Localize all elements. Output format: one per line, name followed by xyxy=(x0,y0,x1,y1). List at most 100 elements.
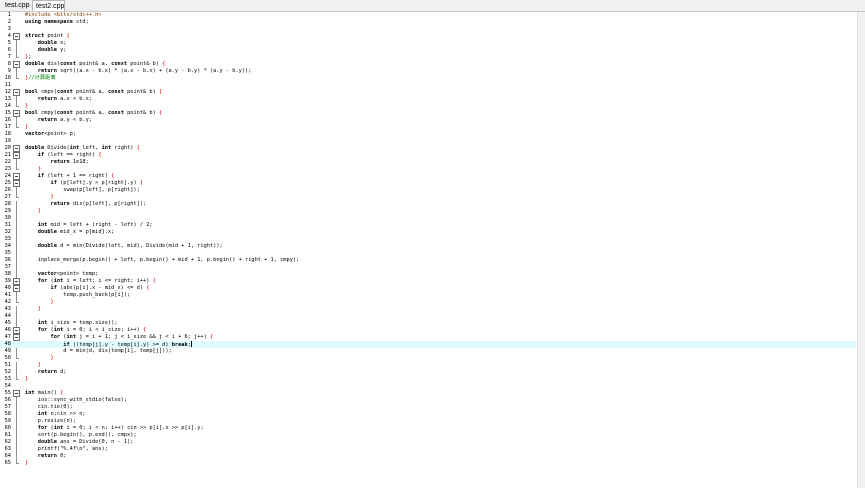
code-line[interactable]: 33 xyxy=(0,236,856,243)
fold-guide xyxy=(13,243,19,250)
code-line[interactable]: 44 xyxy=(0,313,856,320)
code-line[interactable]: 6 double y; xyxy=(0,47,856,54)
code-line[interactable]: 32 double mid_x = p[mid].x; xyxy=(0,229,856,236)
fold-guide xyxy=(13,397,19,404)
code-line[interactable]: 26 swap(p[left], p[right]); xyxy=(0,187,856,194)
code-line[interactable]: 56 ios::sync_with_stdio(false); xyxy=(0,397,856,404)
code-line[interactable]: 10}//计算距离 xyxy=(0,75,856,82)
vertical-scrollbar[interactable] xyxy=(857,12,865,488)
code-line[interactable]: 14} xyxy=(0,103,856,110)
code-line[interactable]: 63 printf("%.4f\n", ans); xyxy=(0,446,856,453)
code-line[interactable]: 13 return a.x < b.x; xyxy=(0,96,856,103)
code-line[interactable]: 40 if (abs(p[i].x - mid_x) <= d) { xyxy=(0,285,856,292)
code-line[interactable]: 3 xyxy=(0,26,856,33)
code-line[interactable]: 41 temp.push_back(p[i]); xyxy=(0,292,856,299)
line-number: 30 xyxy=(4,215,11,221)
code-line[interactable]: 17} xyxy=(0,124,856,131)
code-text: } xyxy=(25,103,29,109)
code-line[interactable]: 11 xyxy=(0,82,856,89)
code-line[interactable]: 38 vector<point> temp; xyxy=(0,271,856,278)
code-line[interactable]: 51 } xyxy=(0,362,856,369)
fold-guide xyxy=(13,229,19,236)
code-line[interactable]: 1 #include <bits/stdc++.h> xyxy=(0,12,856,19)
fold-toggle-icon[interactable] xyxy=(13,145,20,152)
code-line[interactable]: 9 return sqrt((a.x - b.x) * (a.x - b.x) … xyxy=(0,68,856,75)
fold-toggle-icon[interactable] xyxy=(13,285,20,292)
code-line[interactable]: 47 for (int j = i + 1; j < i_size && j <… xyxy=(0,334,856,341)
code-text: ios::sync_with_stdio(false); xyxy=(25,397,128,403)
code-line[interactable]: 30 xyxy=(0,215,856,222)
line-number: 4 xyxy=(7,33,11,39)
code-line[interactable]: 5 double x; xyxy=(0,40,856,47)
code-line[interactable]: 23 } xyxy=(0,166,856,173)
code-line[interactable]: 15 bool cmpy(const point& a, const point&… xyxy=(0,110,856,117)
code-line[interactable]: 53} xyxy=(0,376,856,383)
fold-toggle-icon[interactable] xyxy=(13,390,20,397)
code-line[interactable]: 45 int i_size = temp.size(); xyxy=(0,320,856,327)
code-line[interactable]: 39 for (int i = left; i <= right; i++) { xyxy=(0,278,856,285)
code-line[interactable]: 43 } xyxy=(0,306,856,313)
code-line[interactable]: 42 } xyxy=(0,299,856,306)
fold-toggle-icon[interactable] xyxy=(13,89,20,96)
code-line[interactable]: 27 } xyxy=(0,194,856,201)
tab-test-cpp[interactable]: test.cpp xyxy=(2,0,32,11)
fold-toggle-icon[interactable] xyxy=(13,327,20,334)
code-text: return a.y < b.y; xyxy=(37,117,92,123)
code-line[interactable]: 35 xyxy=(0,250,856,257)
code-line[interactable]: 25 if (p[left].y > p[right].y) { xyxy=(0,180,856,187)
fold-toggle-icon[interactable] xyxy=(13,334,20,341)
fold-guide xyxy=(13,404,19,411)
code-line[interactable]: 54 xyxy=(0,383,856,390)
code-line[interactable]: 16 return a.y < b.y; xyxy=(0,117,856,124)
code-editor[interactable]: 1 #include <bits/stdc++.h> 2 using namespac… xyxy=(0,12,856,488)
code-line[interactable]: 49 d = min(d, dis(temp[i], temp[j])); xyxy=(0,348,856,355)
code-line[interactable]: 52 return d; xyxy=(0,369,856,376)
line-number: 9 xyxy=(7,68,11,74)
code-line[interactable]: 50 } xyxy=(0,355,856,362)
code-line[interactable]: 21 if (left == right) { xyxy=(0,152,856,159)
fold-toggle-icon[interactable] xyxy=(13,180,20,187)
code-line[interactable]: 59 p.resize(n); xyxy=(0,418,856,425)
code-line[interactable]: 61 sort(p.begin(), p.end(), cmpx); xyxy=(0,432,856,439)
tab-test2-cpp[interactable]: test2.cpp xyxy=(32,0,65,11)
code-line[interactable]: 8 double dis(const point& a, const point&… xyxy=(0,61,856,68)
code-line[interactable]: 28 return dis(p[left], p[right]); xyxy=(0,201,856,208)
fold-toggle-icon[interactable] xyxy=(13,152,20,159)
code-line[interactable]: 12 bool cmpx(const point& a, const point&… xyxy=(0,89,856,96)
line-number: 11 xyxy=(4,82,11,88)
fold-toggle-icon[interactable] xyxy=(13,173,20,180)
code-line[interactable]: 37 xyxy=(0,264,856,271)
code-line[interactable]: 19 xyxy=(0,138,856,145)
fold-guide xyxy=(13,103,19,110)
code-line[interactable]: 58 int n;cin >> n; xyxy=(0,411,856,418)
code-line[interactable]: 20 double Divide(int left, int right) { xyxy=(0,145,856,152)
code-text: double ans = Divide(0, n - 1); xyxy=(37,439,134,445)
code-line[interactable]: 60 for (int i = 0; i < n; i++) cin >> p[… xyxy=(0,425,856,432)
code-line[interactable]: 65} xyxy=(0,460,856,467)
code-line[interactable]: 64 return 0; xyxy=(0,453,856,460)
code-line[interactable]: 48 if ((temp[j].y - temp[i].y) >= d) bre… xyxy=(0,341,856,348)
code-text: double mid_x = p[mid].x; xyxy=(37,229,115,235)
code-line[interactable]: 57 cin.tie(0); xyxy=(0,404,856,411)
fold-toggle-icon[interactable] xyxy=(13,61,20,68)
code-line[interactable]: 22 return 1e18; xyxy=(0,159,856,166)
code-line[interactable]: 4 struct point { xyxy=(0,33,856,40)
code-line[interactable]: 34 double d = min(Divide(left, mid), Div… xyxy=(0,243,856,250)
line-number: 6 xyxy=(7,47,11,53)
code-text: return dis(p[left], p[right]); xyxy=(50,201,147,207)
code-text: printf("%.4f\n", ans); xyxy=(25,446,108,452)
code-line[interactable]: 18 vector<point> p; xyxy=(0,131,856,138)
code-line[interactable]: 36 inplace_merge(p.begin() + left, p.beg… xyxy=(0,257,856,264)
code-line[interactable]: 7}; xyxy=(0,54,856,61)
fold-toggle-icon[interactable] xyxy=(13,33,20,40)
fold-toggle-icon[interactable] xyxy=(13,278,20,285)
code-line[interactable]: 24 if (left + 1 == right) { xyxy=(0,173,856,180)
code-line[interactable]: 46 for (int i = 0; i < i_size; i++) { xyxy=(0,327,856,334)
code-line[interactable]: 62 double ans = Divide(0, n - 1); xyxy=(0,439,856,446)
fold-toggle-icon[interactable] xyxy=(13,110,20,117)
code-line[interactable]: 31 int mid = left + (right - left) / 2; xyxy=(0,222,856,229)
code-line[interactable]: 29 } xyxy=(0,208,856,215)
fold-guide xyxy=(13,348,19,355)
code-line[interactable]: 2 using namespace std; xyxy=(0,19,856,26)
code-line[interactable]: 55 int main() { xyxy=(0,390,856,397)
